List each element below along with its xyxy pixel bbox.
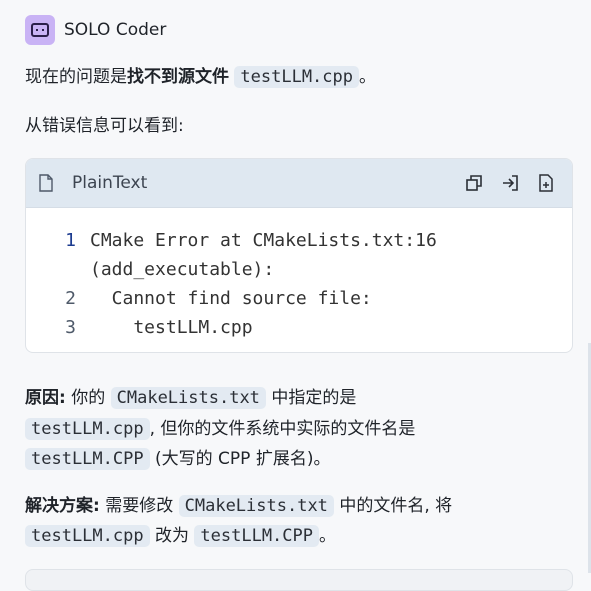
next-code-block (25, 569, 573, 591)
inline-code: testLLM.cpp (25, 418, 150, 440)
new-file-icon[interactable] (534, 171, 558, 195)
code-language: PlainText (72, 173, 148, 193)
copy-icon[interactable] (462, 171, 486, 195)
paragraph-error-intro: 从错误信息可以看到: (25, 116, 184, 136)
bold-text: 找不到源文件 (127, 67, 229, 87)
code-line: (add_executable): (26, 255, 572, 284)
code-text: testLLM.cpp (90, 317, 253, 338)
inline-code: CMakeLists.txt (110, 387, 266, 409)
code-block-header: PlainText (26, 159, 572, 208)
inline-code: testLLM.cpp (234, 66, 359, 88)
reason-line-1: 原因: 你的 CMakeLists.txt 中指定的是 (25, 383, 356, 413)
code-line: 1 CMake Error at CMakeLists.txt:16 (26, 226, 572, 255)
message-header: SOLO Coder (25, 14, 166, 46)
line-number (26, 255, 76, 284)
code-body: 1 CMake Error at CMakeLists.txt:16 (add_e… (26, 208, 572, 342)
inline-code: testLLM.cpp (25, 525, 150, 547)
file-icon (39, 174, 53, 192)
app-name: SOLO Coder (64, 20, 167, 40)
reason-label: 原因: (25, 388, 66, 408)
inline-code: testLLM.CPP (194, 525, 319, 547)
solution-label: 解决方案: (25, 496, 100, 516)
text: 。 (319, 526, 336, 546)
reason-line-3: testLLM.CPP (大写的 CPP 扩展名)。 (25, 444, 330, 474)
text: 现在的问题是 (25, 67, 127, 87)
inline-code: testLLM.CPP (25, 448, 150, 470)
robot-face-icon (25, 15, 55, 45)
line-number: 1 (65, 230, 76, 251)
solution-line-2: testLLM.cpp 改为 testLLM.CPP。 (25, 521, 336, 551)
line-number: 2 (65, 288, 76, 309)
text: (大写的 CPP 扩展名)。 (155, 449, 331, 469)
inline-code: CMakeLists.txt (178, 495, 334, 517)
code-text: (add_executable): (90, 259, 275, 280)
code-block: PlainText 1 CMake Error at CMakeLists.txt… (25, 158, 573, 353)
text: 你的 (71, 388, 106, 408)
reason-line-2: testLLM.cpp, 但你的文件系统中实际的文件名是 (25, 414, 415, 444)
text: 。 (359, 67, 376, 87)
code-text: Cannot find source file: (90, 288, 372, 309)
text: , 但你的文件系统中实际的文件名是 (149, 419, 416, 439)
text: 需要修改 (105, 496, 174, 516)
paragraph-problem: 现在的问题是找不到源文件 testLLM.cpp。 (25, 62, 376, 92)
text: 改为 (155, 526, 189, 546)
text: 中的文件名, 将 (339, 496, 453, 516)
line-number: 3 (65, 317, 76, 338)
code-line: 2 Cannot find source file: (26, 284, 572, 313)
code-line: 3 testLLM.cpp (26, 313, 572, 342)
solution-line-1: 解决方案: 需要修改 CMakeLists.txt 中的文件名, 将 (25, 491, 452, 521)
insert-icon[interactable] (498, 171, 522, 195)
code-text: CMake Error at CMakeLists.txt:16 (90, 230, 437, 251)
text: 中指定的是 (271, 388, 357, 408)
